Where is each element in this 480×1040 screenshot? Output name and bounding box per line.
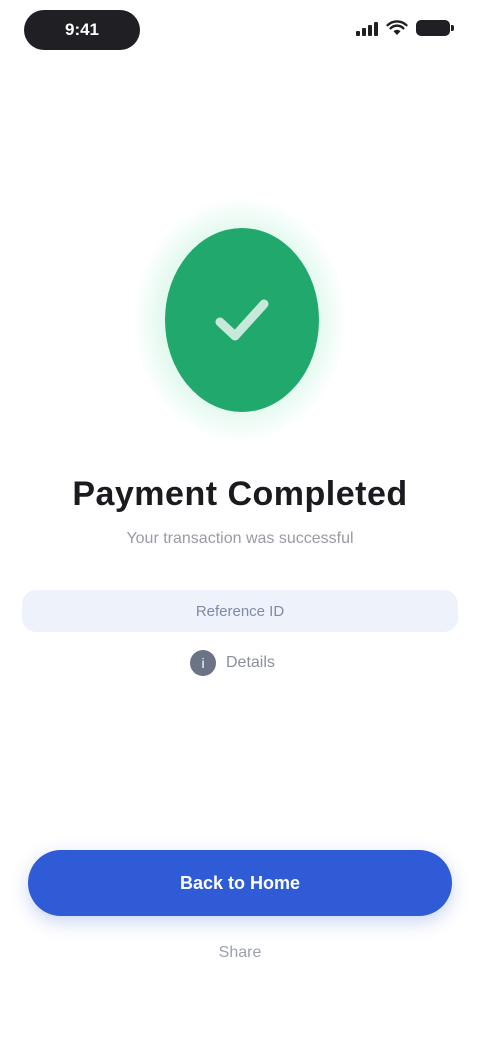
page-subtitle: Your transaction was successful (126, 530, 354, 547)
share-link[interactable]: Share (140, 944, 340, 962)
success-screen: 9:41 Payment Completed Your transaction … (0, 0, 480, 1040)
status-time: 9:41 (24, 10, 140, 50)
back-to-home-button[interactable]: Back to Home (28, 850, 452, 916)
signal-icon (356, 20, 378, 36)
status-bar: 9:41 (0, 0, 480, 60)
success-badge (165, 228, 319, 412)
reference-card-text: Reference ID (195, 602, 285, 620)
page-title: Payment Completed (72, 475, 408, 513)
wifi-icon (386, 20, 408, 35)
details-link[interactable]: i Details (190, 650, 275, 676)
status-icons (356, 20, 454, 36)
details-label: Details (226, 654, 275, 671)
reference-card: Reference ID (22, 590, 458, 632)
info-icon: i (190, 650, 216, 676)
check-icon (215, 299, 269, 341)
battery-icon (416, 20, 454, 36)
